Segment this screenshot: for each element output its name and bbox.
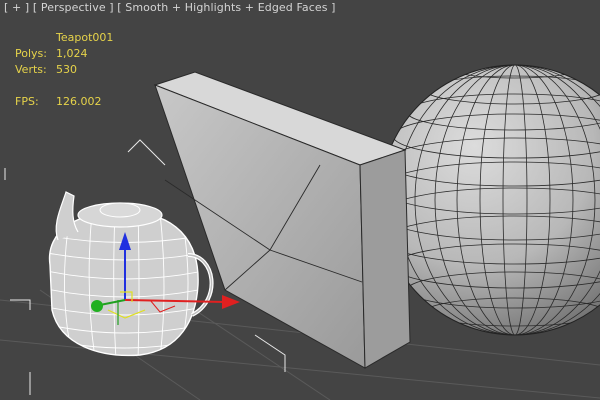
sphere-object[interactable] <box>379 62 600 336</box>
stats-label: FPS: <box>15 95 39 108</box>
stats-value: 126.002 <box>56 95 102 108</box>
stats-spacer <box>15 78 155 94</box>
stats-value: 530 <box>56 63 77 76</box>
viewport-label[interactable]: [ + ] [ Perspective ] [ Smooth + Highlig… <box>4 1 336 14</box>
stats-label: Polys: <box>15 47 47 60</box>
box-object[interactable] <box>153 71 411 369</box>
stats-object-name: Teapot001 <box>56 31 114 44</box>
stats-label: Verts: <box>15 63 47 76</box>
stats-row-fps: FPS: 126.002 <box>15 94 155 110</box>
viewport-statistics: Teapot001 Polys: 1,024 Verts: 530 FPS: 1… <box>15 30 155 110</box>
stats-value: 1,024 <box>56 47 88 60</box>
perspective-viewport[interactable]: [ + ] [ Perspective ] [ Smooth + Highlig… <box>0 0 600 400</box>
teapot-object[interactable] <box>42 191 214 360</box>
stats-row-verts: Verts: 530 <box>15 62 155 78</box>
stats-row-polys: Polys: 1,024 <box>15 46 155 62</box>
